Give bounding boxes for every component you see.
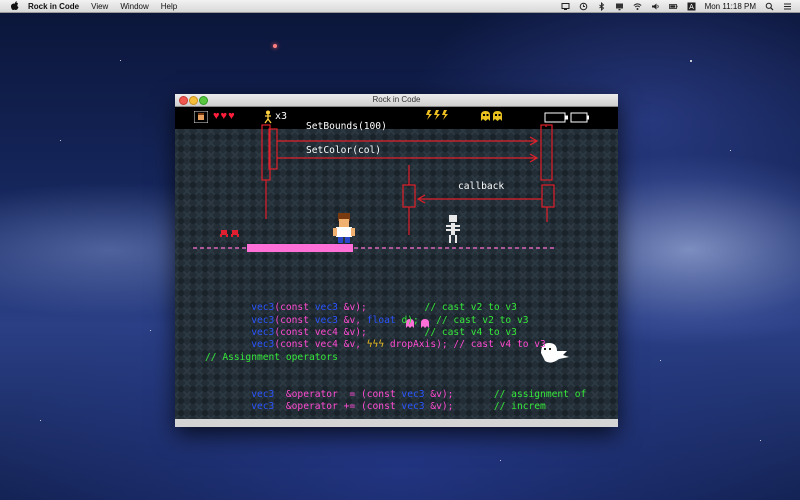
menu-app-name[interactable]: Rock in Code <box>28 2 79 11</box>
battery-icon[interactable] <box>668 2 678 11</box>
apple-menu-icon[interactable] <box>10 1 20 11</box>
red-crawler-enemies <box>220 230 239 237</box>
menu-view[interactable]: View <box>91 2 108 11</box>
window-title: Rock in Code <box>372 95 421 104</box>
set-color-label: SetColor(col) <box>306 145 382 156</box>
menu-extras: A Mon 11:18 PM <box>561 0 792 12</box>
window-close-button[interactable] <box>179 96 188 105</box>
bluetooth-icon[interactable] <box>597 1 606 11</box>
window-minimize-button[interactable] <box>189 96 198 105</box>
svg-text:A: A <box>689 4 694 11</box>
window-bottom-bar <box>175 419 618 427</box>
menu-bar: Rock in Code View Window Help A Mon 11:1… <box>0 0 800 13</box>
menu-window[interactable]: Window <box>120 2 148 11</box>
app-window: Rock in Code ♥♥♥ x3 SetBounds(100) SetCo… <box>175 94 618 427</box>
skeleton-enemy-sprite <box>446 215 460 243</box>
volume-icon[interactable] <box>651 2 660 11</box>
assignment-comment: // Assignment operators <box>205 352 338 363</box>
wifi-icon[interactable] <box>633 2 642 11</box>
display-icon[interactable] <box>615 2 624 11</box>
game-canvas[interactable]: ♥♥♥ x3 SetBounds(100) SetColor(col) call… <box>175 107 618 419</box>
menu-help[interactable]: Help <box>161 2 177 11</box>
notification-center-icon[interactable] <box>783 2 792 11</box>
screen-mirror-icon[interactable] <box>561 2 570 11</box>
time-machine-icon[interactable] <box>579 2 588 11</box>
callback-label: callback <box>458 181 505 192</box>
window-titlebar[interactable]: Rock in Code <box>175 94 618 107</box>
sequence-diagram <box>193 124 569 363</box>
menubar-clock[interactable]: Mon 11:18 PM <box>705 2 756 11</box>
set-bounds-label: SetBounds(100) <box>306 121 387 132</box>
code-line: vec3 &operator += (const vec3 &v); // in… <box>251 401 546 412</box>
hero-sprite <box>333 213 355 243</box>
window-zoom-button[interactable] <box>199 96 208 105</box>
input-source-icon[interactable]: A <box>687 2 696 11</box>
spotlight-search-icon[interactable] <box>765 2 774 11</box>
